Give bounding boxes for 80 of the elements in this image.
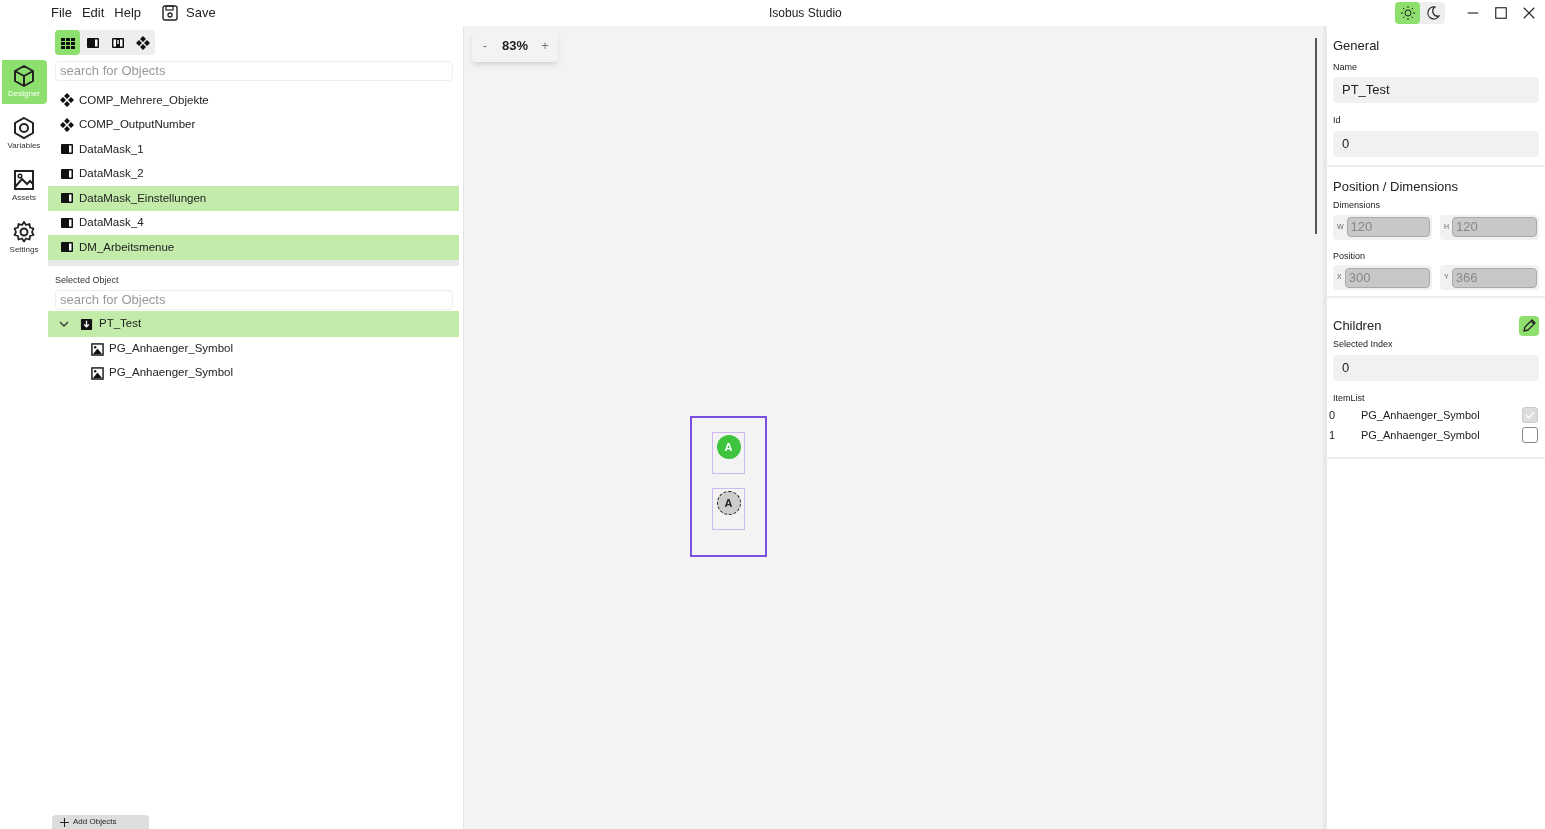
component-icon <box>135 35 150 50</box>
object-list-item[interactable]: DataMask_2 <box>48 161 459 186</box>
object-list-item[interactable]: COMP_Mehrere_Objekte <box>48 88 459 113</box>
field-value: 120 <box>1346 217 1430 237</box>
tree-item[interactable]: PG_Anhaenger_Symbol <box>48 361 463 385</box>
tree-item[interactable]: PT_Test <box>48 311 459 337</box>
tree-item[interactable]: PG_Anhaenger_Symbol <box>48 337 463 361</box>
view-filter-button[interactable] <box>55 30 80 55</box>
search-field[interactable]: search for Objects <box>55 60 453 81</box>
grid-icon <box>60 35 75 50</box>
image-icon <box>91 366 104 380</box>
checkbox[interactable] <box>1522 427 1538 443</box>
section-title: General <box>1333 37 1380 55</box>
text-field[interactable]: 0 <box>1333 354 1539 381</box>
sidebar-label: Assets <box>12 192 36 204</box>
image-icon <box>12 168 36 192</box>
zoom-out-button[interactable]: - <box>472 36 498 56</box>
menu-item[interactable]: File <box>50 3 73 23</box>
section-label: Selected Object <box>55 273 119 287</box>
hexagon-icon <box>12 116 36 140</box>
text-field[interactable]: 0 <box>1333 130 1539 157</box>
close-button[interactable] <box>1521 5 1537 21</box>
plus-icon <box>60 817 69 827</box>
sidebar-label: Variables <box>7 140 41 152</box>
sidebar-label: Designer <box>8 88 40 100</box>
zoom-in-button[interactable]: + <box>532 36 559 56</box>
maximize-button[interactable] <box>1493 5 1509 21</box>
window-title: Isobus Studio <box>769 6 842 20</box>
item-index: 0 <box>1329 407 1337 423</box>
symbol-badge: A <box>716 435 741 459</box>
field-label: Name <box>1333 60 1357 74</box>
save-button[interactable]: Save <box>162 3 216 23</box>
mask-icon <box>60 215 74 230</box>
add-objects-button[interactable]: Add Objects <box>52 815 149 829</box>
field-label: ItemList <box>1333 391 1365 405</box>
cube-icon <box>12 64 36 88</box>
mask-icon <box>60 166 74 181</box>
sidebar-item[interactable]: Settings <box>1 216 47 260</box>
object-list-item[interactable]: DM_Arbeitsmenue <box>48 235 459 260</box>
settings-icon <box>12 220 36 244</box>
search-field[interactable]: search for Objects <box>55 289 453 310</box>
close-icon <box>1522 6 1536 20</box>
section-title: Position / Dimensions <box>1333 177 1458 196</box>
component-icon <box>60 117 74 132</box>
symbol-badge: A <box>716 491 741 515</box>
sidebar-item[interactable]: Assets <box>1 164 47 208</box>
edit-button[interactable] <box>1519 316 1539 336</box>
section-title: Children <box>1333 317 1382 336</box>
theme-light-button[interactable] <box>1395 2 1420 24</box>
item-name: PG_Anhaenger_Symbol <box>1361 407 1481 423</box>
item-index: 1 <box>1329 427 1337 443</box>
sidebar-label: Settings <box>9 244 39 256</box>
field-value: 366 <box>1451 267 1537 288</box>
pencil-icon <box>1521 318 1537 334</box>
object-list-item[interactable]: DataMask_Einstellungen <box>48 186 459 211</box>
text-field[interactable]: PT_Test <box>1333 77 1539 103</box>
zoom-value: 83% <box>501 37 530 56</box>
object-list-item[interactable]: DataMask_1 <box>48 137 459 162</box>
object-list-item[interactable]: DataMask_4 <box>48 210 459 235</box>
menu-item[interactable]: Help <box>113 3 143 23</box>
mask-icon <box>60 191 74 206</box>
object-list-item[interactable]: COMP_OutputNumber <box>48 112 459 137</box>
field-label: Id <box>1333 114 1341 127</box>
mask-icon <box>60 240 74 255</box>
field-value: 120 <box>1452 217 1537 237</box>
maximize-icon <box>1494 6 1508 20</box>
save-icon <box>162 5 179 21</box>
field-value: 300 <box>1344 267 1430 288</box>
item-name: PG_Anhaenger_Symbol <box>1361 427 1481 443</box>
field-label: Position <box>1333 249 1366 263</box>
sidebar-item[interactable]: Variables <box>1 112 47 156</box>
menu-item[interactable]: Edit <box>80 3 106 23</box>
field-label: Dimensions <box>1333 199 1381 212</box>
mask-icon <box>60 142 74 157</box>
field-label: Selected Index <box>1333 338 1393 351</box>
sun-icon <box>1399 5 1416 21</box>
moon-icon <box>1424 5 1441 21</box>
mask-icon <box>85 35 100 50</box>
image-icon <box>91 342 104 356</box>
component-icon <box>60 93 74 108</box>
